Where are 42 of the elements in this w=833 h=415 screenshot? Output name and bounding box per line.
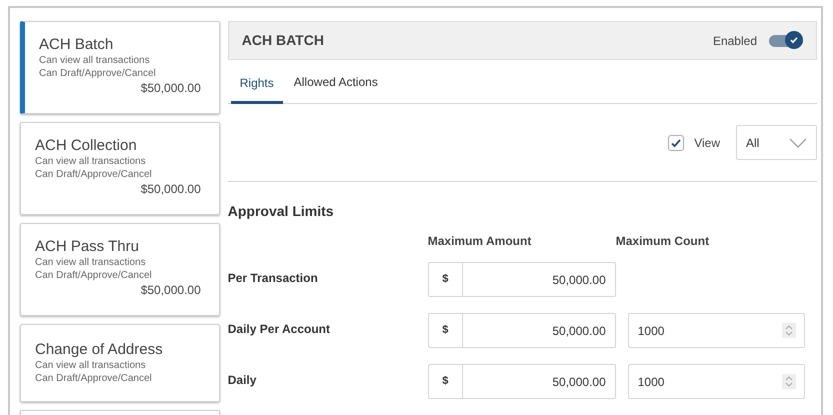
tab[interactable]: Rights bbox=[230, 68, 283, 104]
row-label: Daily Per Account bbox=[228, 321, 332, 338]
card-title: Change of Address bbox=[35, 341, 164, 359]
column-header: Maximum Count bbox=[616, 233, 710, 250]
spinner-icon bbox=[782, 374, 796, 389]
card-description: Can Draft/Approve/Cancel bbox=[35, 372, 153, 385]
view-checkbox[interactable] bbox=[668, 134, 684, 151]
card-description: Can view all transactions bbox=[39, 54, 151, 67]
column-header: Maximum Amount bbox=[428, 233, 532, 250]
card-description: Can view all transactions bbox=[35, 359, 147, 372]
count-field[interactable]: 1000 bbox=[628, 364, 805, 399]
view-dropdown[interactable]: All bbox=[736, 125, 817, 160]
check-icon bbox=[789, 34, 799, 45]
spinner-icon bbox=[782, 323, 796, 338]
card-description: Can view all transactions bbox=[35, 155, 147, 168]
row-label: Per Transaction bbox=[228, 270, 319, 287]
amount-field[interactable]: $ 50,000.00 bbox=[428, 262, 616, 297]
card-description: Can Draft/Approve/Cancel bbox=[35, 269, 153, 282]
card-amount: $50,000.00 bbox=[140, 80, 201, 96]
card-description: Can view all transactions bbox=[35, 256, 147, 269]
chevron-down-icon bbox=[789, 138, 807, 148]
card-description: Can Draft/Approve/Cancel bbox=[39, 67, 157, 80]
checkbox-label: View bbox=[694, 134, 720, 152]
toggle-label: Enabled bbox=[712, 32, 757, 50]
section-title: ACH BATCH bbox=[242, 31, 324, 50]
card-title: ACH Pass Thru bbox=[35, 238, 140, 256]
permission-card[interactable]: ACH Batch Can view all transactions Can Draft/Approve/Cancel $50,000.00 bbox=[20, 21, 220, 114]
check-icon bbox=[670, 136, 682, 149]
count-field[interactable]: 1000 bbox=[628, 313, 805, 348]
card-title: ACH Batch bbox=[39, 36, 114, 54]
row-label: Daily bbox=[228, 372, 258, 389]
tab[interactable]: Allowed Actions bbox=[284, 68, 387, 104]
card-title: ACH Collection bbox=[35, 137, 138, 155]
permission-card[interactable]: ACH Pass Thru Can view all transactions Can Draft/Approve/Cancel $50,000.00 bbox=[20, 223, 220, 316]
card-description: Can Draft/Approve/Cancel bbox=[35, 168, 153, 181]
amount-field[interactable]: $ 50,000.00 bbox=[428, 313, 616, 348]
amount-field[interactable]: $ 50,000.00 bbox=[428, 364, 616, 399]
card-amount: $50,000.00 bbox=[140, 181, 201, 197]
permission-card[interactable]: Change of Address Can view all transactions Can Draft/Approve/Cancel bbox=[20, 324, 220, 402]
card-amount: $50,000.00 bbox=[140, 282, 201, 298]
permission-card[interactable]: ACH Collection Can view all transactions Can Draft/Approve/Cancel $50,000.00 bbox=[20, 122, 220, 215]
section-heading: Approval Limits bbox=[228, 202, 335, 221]
